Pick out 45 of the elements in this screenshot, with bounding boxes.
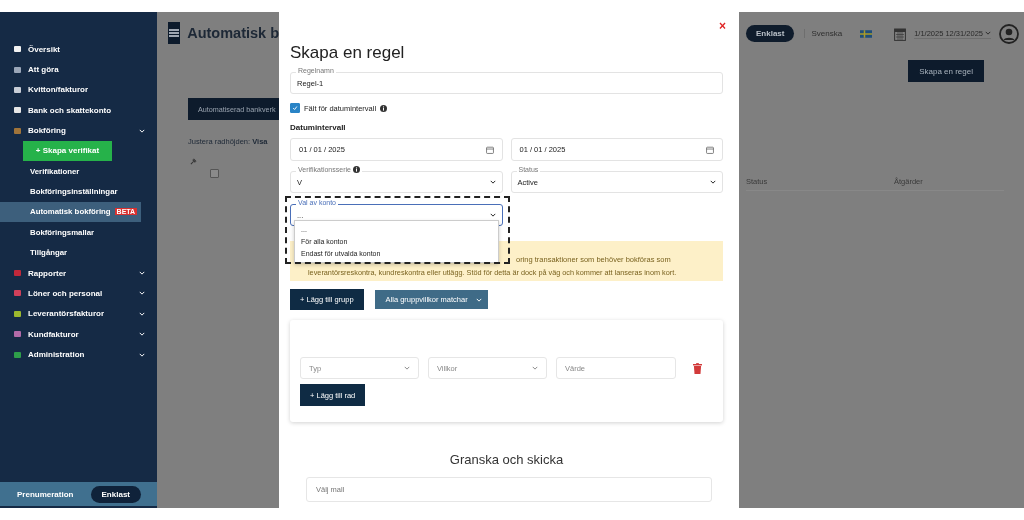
date-range-checkbox[interactable]	[290, 103, 300, 113]
caret-icon	[404, 366, 410, 370]
avatar-icon[interactable]	[999, 23, 1019, 44]
sidebar-item[interactable]: Översikt	[0, 39, 157, 60]
caret-icon	[139, 352, 145, 357]
sidebar-item[interactable]: Kvitton/fakturor	[0, 79, 157, 101]
flag-icon[interactable]	[860, 29, 873, 38]
language-selector[interactable]: Svenska	[804, 29, 843, 38]
caret-icon	[490, 213, 496, 217]
caret-icon	[139, 332, 145, 337]
checkmark-icon	[292, 105, 298, 111]
caret-icon	[985, 31, 991, 35]
subscription-label: Prenumeration	[17, 489, 74, 499]
plan-badge[interactable]: Enklast	[746, 25, 795, 42]
caret-icon	[489, 180, 496, 184]
sidebar-item[interactable]: Bank och skattekonto	[0, 100, 157, 121]
create-rule-button[interactable]: Skapa en regel	[908, 60, 984, 82]
close-button[interactable]: ×	[717, 18, 728, 34]
sidebar-item[interactable]: Rapporter	[0, 262, 157, 284]
caret-icon	[710, 180, 716, 184]
calendar-icon	[485, 145, 494, 154]
sidebar-item[interactable]: Kundfakturor	[0, 324, 157, 345]
sidebar-item[interactable]: Löner och personal	[0, 283, 157, 304]
sidebar-item[interactable]: Bokföring	[0, 120, 157, 141]
menu-icon[interactable]	[168, 22, 181, 44]
info-icon	[380, 104, 388, 112]
row-checkbox[interactable]	[210, 169, 219, 178]
trash-icon[interactable]	[693, 362, 702, 374]
caret-icon	[139, 311, 145, 316]
caret-icon	[139, 128, 145, 133]
caret-icon	[139, 271, 145, 276]
page-title: Automatisk b	[187, 25, 279, 41]
sidebar-item[interactable]: Att göra	[0, 59, 157, 80]
sidebar-item[interactable]: Leverantörsfakturor	[0, 303, 157, 325]
plan-badge[interactable]: Enklast	[90, 485, 141, 503]
caret-icon	[139, 291, 145, 296]
caret-icon	[532, 366, 538, 370]
pin-icon[interactable]	[190, 158, 197, 165]
sidebar-item[interactable]: Administration	[0, 344, 157, 365]
dialog-title: Skapa en regel	[290, 43, 406, 63]
calendar-icon[interactable]	[894, 26, 907, 41]
section-heading: Granska och skicka	[448, 451, 565, 469]
section-heading: Datumintervall	[290, 123, 347, 132]
caret-icon	[475, 297, 482, 302]
calendar-icon	[706, 145, 714, 154]
